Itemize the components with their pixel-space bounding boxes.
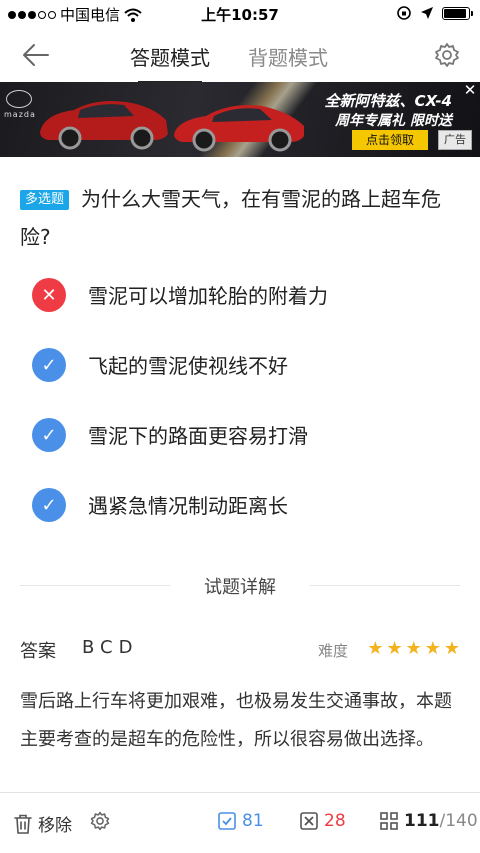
remove-button[interactable]: 移除 — [14, 811, 72, 836]
nav-bar: 答题模式 背题模式 — [0, 28, 480, 83]
car-image-right — [174, 105, 304, 152]
ad-banner[interactable]: mazda 全新阿特兹、CX-4 周年专属礼 限时送 点击领取 广告 ✕ — [0, 82, 480, 157]
check-icon: ✓ — [32, 418, 66, 452]
detail-section-header: 试题详解 — [20, 573, 460, 598]
bottom-toolbar: 移除 81 28 111/140 — [0, 792, 480, 853]
option-text: 雪泥下的路面更容易打滑 — [88, 424, 308, 448]
back-arrow-icon[interactable] — [20, 42, 50, 68]
status-bar: 中国电信 上午10:57 — [0, 0, 480, 28]
ad-subtitle: 周年专属礼 限时送 — [335, 113, 452, 129]
answer-label: 答案 — [20, 641, 56, 662]
ad-title: 全新阿特兹、CX-4 — [324, 92, 452, 110]
wrong-count-button[interactable]: 28 — [300, 811, 346, 831]
mazda-logo-icon — [6, 90, 32, 108]
wrong-x-icon: ✕ — [32, 278, 66, 312]
star-icon: ★ — [424, 638, 441, 659]
divider-line — [310, 585, 460, 586]
current-question-number: 111 — [404, 811, 440, 831]
star-icon: ★ — [405, 638, 422, 659]
ad-claim-button[interactable]: 点击领取 — [352, 130, 428, 150]
gear-icon[interactable] — [434, 42, 460, 68]
mazda-wordmark: mazda — [4, 110, 36, 119]
option-b[interactable]: ✓ 飞起的雪泥使视线不好 — [32, 348, 452, 418]
options-list: ✕ 雪泥可以增加轮胎的附着力 ✓ 飞起的雪泥使视线不好 ✓ 雪泥下的路面更容易打… — [32, 278, 452, 558]
wrong-count: 28 — [324, 811, 346, 831]
question-grid-button[interactable]: 111/140 — [380, 811, 478, 831]
checkbox-x-icon — [300, 812, 318, 830]
star-icon: ★ — [443, 638, 460, 659]
correct-count-button[interactable]: 81 — [218, 811, 264, 831]
option-text: 雪泥可以增加轮胎的附着力 — [88, 284, 328, 308]
answer-row: 答案 BCD 难度 ★ ★ ★ ★ ★ — [20, 637, 460, 665]
check-icon: ✓ — [32, 488, 66, 522]
tab-answer-mode[interactable]: 答题模式 — [130, 42, 210, 83]
star-icon: ★ — [367, 638, 384, 659]
close-icon[interactable]: ✕ — [462, 82, 478, 98]
trash-icon — [14, 814, 32, 834]
gear-icon — [90, 811, 110, 831]
total-questions: /140 — [439, 811, 478, 831]
correct-count: 81 — [242, 811, 264, 831]
battery-icon — [442, 6, 473, 20]
option-c[interactable]: ✓ 雪泥下的路面更容易打滑 — [32, 418, 452, 488]
explanation-text: 雪后路上行车将更加艰难，也极易发生交通事故，本题主要考查的是超车的危险性，所以很… — [20, 691, 452, 750]
option-text: 遇紧急情况制动距离长 — [88, 494, 288, 518]
difficulty-stars: ★ ★ ★ ★ ★ — [367, 638, 460, 659]
settings-button[interactable] — [90, 811, 110, 831]
option-a[interactable]: ✕ 雪泥可以增加轮胎的附着力 — [32, 278, 452, 348]
car-image-left — [40, 101, 168, 150]
detail-title: 试题详解 — [204, 577, 276, 598]
question-text: 为什么大雪天气，在有雪泥的路上超车危险? — [20, 187, 442, 249]
status-right — [396, 5, 473, 21]
difficulty-label: 难度 — [318, 642, 349, 660]
orientation-lock-icon — [397, 6, 411, 20]
check-icon: ✓ — [32, 348, 66, 382]
question-block: 多选题 为什么大雪天气，在有雪泥的路上超车危险? — [20, 180, 460, 256]
tab-memorize-mode[interactable]: 背题模式 — [248, 42, 328, 71]
option-text: 飞起的雪泥使视线不好 — [88, 354, 288, 378]
option-d[interactable]: ✓ 遇紧急情况制动距离长 — [32, 488, 452, 558]
star-icon: ★ — [386, 638, 403, 659]
grid-icon — [380, 812, 398, 830]
answer-value: BCD — [82, 637, 139, 658]
checkbox-check-icon — [218, 812, 236, 830]
question-type-badge: 多选题 — [20, 190, 70, 210]
remove-label: 移除 — [38, 816, 72, 836]
location-arrow-icon — [421, 7, 433, 19]
ad-tag: 广告 — [438, 130, 472, 150]
